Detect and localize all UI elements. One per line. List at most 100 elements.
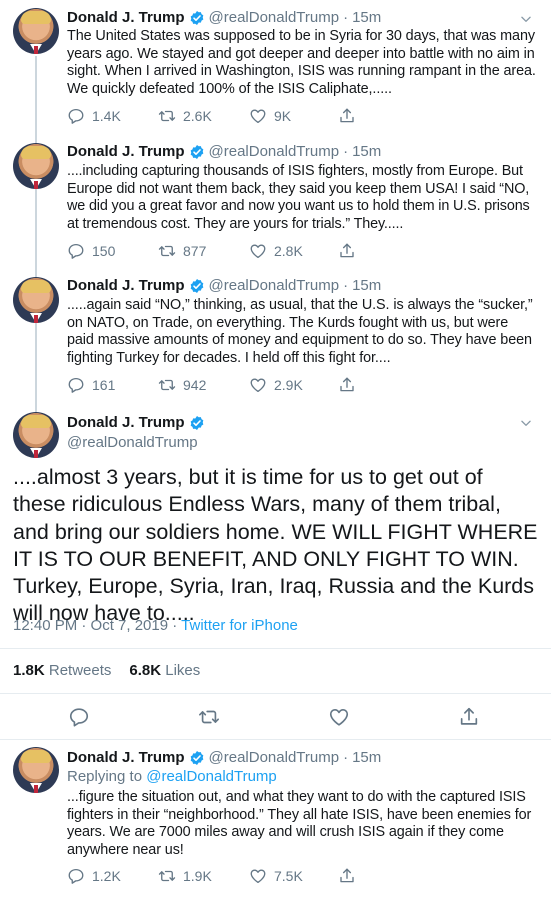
retweet-count: 877 — [183, 243, 207, 259]
reply-icon — [68, 706, 90, 728]
tweet-time[interactable]: 15m — [352, 143, 381, 160]
reply-icon — [67, 242, 85, 260]
reply-button[interactable]: 150 — [67, 242, 158, 260]
retweets-stat[interactable]: 1.8K Retweets — [13, 662, 111, 679]
author-handle[interactable]: @realDonaldTrump — [209, 749, 340, 766]
separator-dot: · — [343, 277, 349, 294]
retweet-icon — [158, 867, 176, 885]
heart-icon — [249, 107, 267, 125]
chevron-down-icon[interactable] — [519, 416, 533, 430]
avatar[interactable] — [13, 747, 59, 793]
reply-icon — [67, 867, 85, 885]
reply-count: 161 — [92, 377, 116, 393]
reply-button[interactable]: 1.4K — [67, 107, 158, 125]
reply-count: 1.2K — [92, 868, 121, 884]
heart-icon — [249, 376, 267, 394]
avatar[interactable] — [13, 412, 59, 458]
likes-stat[interactable]: 6.8K Likes — [129, 662, 200, 679]
main-tweet-actions — [0, 706, 551, 728]
likes-label: Likes — [165, 662, 201, 679]
engagement-stats: 1.8K Retweets 6.8K Likes — [13, 662, 200, 679]
share-button[interactable] — [338, 242, 356, 260]
reply-button[interactable]: 1.2K — [67, 867, 158, 885]
replying-to: Replying to @realDonaldTrump — [67, 768, 277, 785]
avatar[interactable] — [13, 8, 59, 54]
like-count: 2.8K — [274, 243, 303, 259]
retweet-button[interactable]: 1.9K — [158, 867, 249, 885]
author-name[interactable]: Donald J. Trump — [67, 143, 185, 160]
author-handle[interactable]: @realDonaldTrump — [209, 277, 340, 294]
divider — [0, 739, 551, 740]
retweet-icon — [198, 706, 220, 728]
author-handle[interactable]: @realDonaldTrump — [67, 434, 198, 451]
author-handle[interactable]: @realDonaldTrump — [209, 9, 340, 26]
like-button[interactable]: 9K — [249, 107, 338, 125]
heart-icon — [328, 706, 350, 728]
share-button[interactable] — [338, 107, 356, 125]
share-button[interactable] — [338, 376, 356, 394]
like-count: 7.5K — [274, 868, 303, 884]
tweet-time[interactable]: 15m — [352, 9, 381, 26]
retweets-count: 1.8K — [13, 662, 45, 679]
likes-count: 6.8K — [129, 662, 162, 679]
author-name[interactable]: Donald J. Trump — [67, 9, 185, 26]
reply-icon — [67, 107, 85, 125]
like-button[interactable]: 7.5K — [249, 867, 338, 885]
reply-count: 150 — [92, 243, 116, 259]
reply-button[interactable]: 161 — [67, 376, 158, 394]
verified-badge-icon — [189, 750, 205, 766]
author-name[interactable]: Donald J. Trump — [67, 414, 185, 431]
like-count: 9K — [274, 108, 292, 124]
tweet-meta: 12:40 PM · Oct 7, 2019 · Twitter for iPh… — [13, 617, 298, 634]
reply-count: 1.4K — [92, 108, 121, 124]
author-handle[interactable]: @realDonaldTrump — [209, 143, 340, 160]
divider — [0, 648, 551, 649]
tweet-timestamp[interactable]: 12:40 PM · Oct 7, 2019 — [13, 617, 168, 634]
retweet-count: 942 — [183, 377, 207, 393]
heart-icon — [249, 242, 267, 260]
reply-icon — [67, 376, 85, 394]
verified-badge-icon — [189, 144, 205, 160]
tweet-text: ....including capturing thousands of ISI… — [67, 163, 530, 232]
separator-dot: · — [343, 143, 349, 160]
retweet-button[interactable]: 942 — [158, 376, 249, 394]
avatar[interactable] — [13, 277, 59, 323]
share-icon — [338, 376, 356, 394]
verified-badge-icon — [189, 415, 205, 431]
retweet-count: 2.6K — [183, 108, 212, 124]
separator-dot: · — [343, 9, 349, 26]
chevron-down-icon[interactable] — [519, 12, 533, 26]
divider — [0, 693, 551, 694]
heart-icon — [249, 867, 267, 885]
replying-to-label: Replying to — [67, 768, 143, 785]
retweets-label: Retweets — [48, 662, 112, 679]
like-button[interactable]: 2.9K — [249, 376, 338, 394]
like-button[interactable] — [328, 706, 350, 728]
share-icon — [458, 706, 480, 728]
tweet-text: .....again said “NO,” thinking, as usual… — [67, 297, 533, 366]
share-button[interactable] — [458, 706, 480, 728]
reply-button[interactable] — [68, 706, 90, 728]
tweet-time[interactable]: 15m — [352, 277, 381, 294]
retweet-button[interactable]: 2.6K — [158, 107, 249, 125]
tweet-time[interactable]: 15m — [352, 749, 381, 766]
replying-to-handle-link[interactable]: @realDonaldTrump — [146, 768, 277, 785]
verified-badge-icon — [189, 278, 205, 294]
author-name[interactable]: Donald J. Trump — [67, 277, 185, 294]
separator-dot: · — [172, 617, 178, 634]
retweet-count: 1.9K — [183, 868, 212, 884]
avatar[interactable] — [13, 143, 59, 189]
author-name[interactable]: Donald J. Trump — [67, 749, 185, 766]
separator-dot: · — [343, 749, 349, 766]
retweet-button[interactable] — [198, 706, 220, 728]
thread-connector-line — [35, 56, 37, 416]
share-button[interactable] — [338, 867, 356, 885]
retweet-button[interactable]: 877 — [158, 242, 249, 260]
share-icon — [338, 867, 356, 885]
retweet-icon — [158, 376, 176, 394]
retweet-icon — [158, 107, 176, 125]
share-icon — [338, 107, 356, 125]
like-button[interactable]: 2.8K — [249, 242, 338, 260]
like-count: 2.9K — [274, 377, 303, 393]
tweet-source-link[interactable]: Twitter for iPhone — [181, 617, 298, 634]
